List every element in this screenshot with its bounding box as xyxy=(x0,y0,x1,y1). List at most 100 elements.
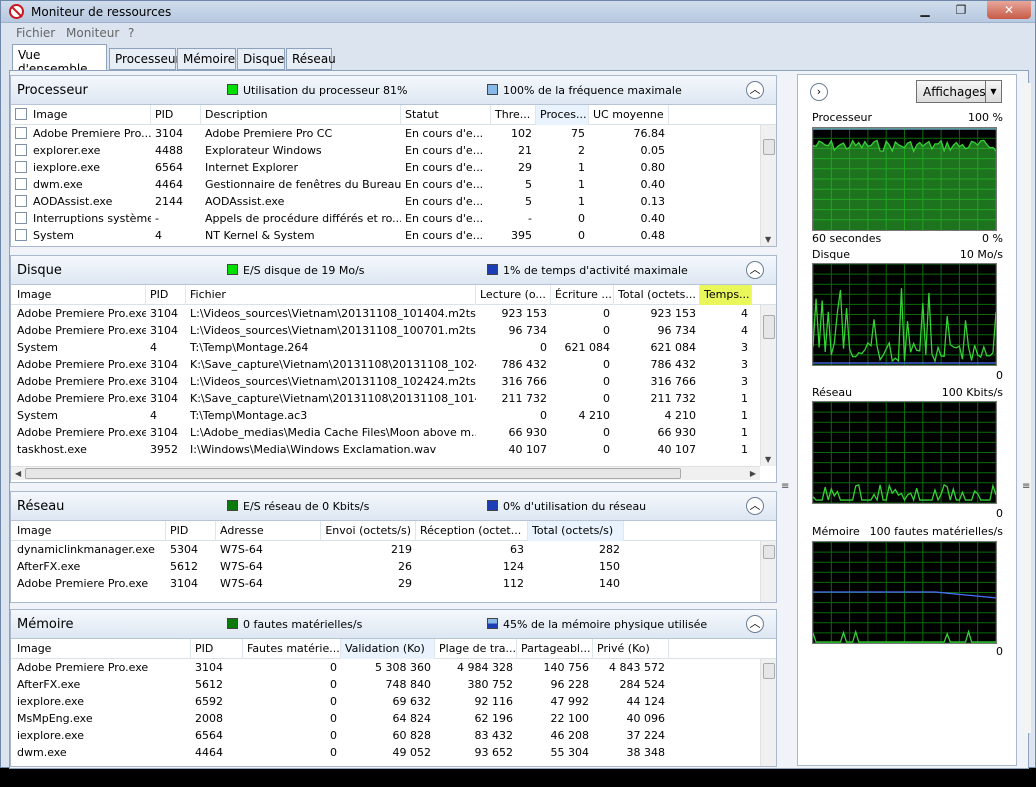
table-row[interactable]: iexplore.exe 6592 0 69 632 92 116 47 992 44 12… xyxy=(11,693,776,710)
mem-col-working-set[interactable]: Plage de tra... xyxy=(435,639,517,659)
row-checkbox[interactable] xyxy=(15,195,27,207)
network-panel-header[interactable]: Réseau E/S réseau de 0 Kbits/s 0% d'util… xyxy=(11,492,776,521)
row-checkbox[interactable] xyxy=(15,144,27,156)
cpu-frequency-stat: 100% de la fréquence maximale xyxy=(487,84,682,97)
disk-col-pid[interactable]: PID xyxy=(146,285,186,305)
maximize-icon[interactable]: ❐ xyxy=(947,1,975,19)
cpu-col-status[interactable]: Statut xyxy=(401,105,491,125)
menu-moniteur[interactable]: Moniteur xyxy=(66,26,119,40)
table-row[interactable]: Adobe Premiere Pro.exe 3104 K:\Save_captur… xyxy=(11,390,776,407)
memory-panel-header[interactable]: Mémoire 0 fautes matérielles/s 45% de la… xyxy=(11,610,776,639)
table-row[interactable]: Adobe Premiere Pro.exe 3104 L:\Videos_sour… xyxy=(11,322,776,339)
table-row[interactable]: Interruptions système - Appels de procédur… xyxy=(11,210,776,227)
table-row[interactable]: iexplore.exe 6564 0 60 828 83 432 46 208 37 22… xyxy=(11,727,776,744)
table-row[interactable]: AfterFX.exe 5612 0 748 840 380 752 96 228 284 … xyxy=(11,676,776,693)
mem-col-image[interactable]: Image xyxy=(11,639,191,659)
disk-vertical-scrollbar[interactable]: ▼ xyxy=(760,305,776,466)
cpu-col-image[interactable]: Image xyxy=(11,105,151,125)
network-vertical-scrollbar[interactable] xyxy=(760,541,776,602)
net-col-pid[interactable]: PID xyxy=(166,521,216,541)
views-dropdown[interactable]: Affichages ▼ xyxy=(916,80,1002,103)
net-col-image[interactable]: Image xyxy=(11,521,166,541)
table-row[interactable]: AODAssist.exe 2144 AODAssist.exe En cours d… xyxy=(11,193,776,210)
table-cell: 4 210 xyxy=(578,409,611,422)
tab-processor[interactable]: Processeur xyxy=(109,48,180,70)
row-checkbox[interactable] xyxy=(15,178,27,190)
mem-col-private[interactable]: Privé (Ko) xyxy=(593,639,669,659)
tab-memory[interactable]: Mémoire xyxy=(177,48,236,70)
cpu-vertical-scrollbar[interactable]: ▼ xyxy=(760,125,776,246)
splitter-grip-icon[interactable]: ≡ xyxy=(781,481,789,492)
cpu-col-description[interactable]: Description xyxy=(201,105,401,125)
table-cell: 63 xyxy=(510,543,524,556)
row-checkbox[interactable] xyxy=(15,212,27,224)
minimize-icon[interactable]: ▁ xyxy=(911,1,939,19)
disk-panel-header[interactable]: Disque E/S disque de 19 Mo/s 1% de temps… xyxy=(11,256,776,285)
cpu-col-threads[interactable]: Thre... xyxy=(491,105,536,125)
net-col-sent[interactable]: Envoi (octets/s) xyxy=(321,521,416,541)
chevron-up-icon[interactable]: ︿ xyxy=(746,615,764,633)
table-row[interactable]: dwm.exe 4464 0 49 052 93 652 55 304 38 348 xyxy=(11,744,776,761)
chevron-right-icon[interactable]: › xyxy=(810,83,828,101)
cpu-col-processor[interactable]: Proces... xyxy=(536,105,589,125)
disk-col-file[interactable]: Fichier xyxy=(186,285,476,305)
table-cell: 786 432 xyxy=(650,358,697,371)
tab-disk[interactable]: Disque xyxy=(237,48,285,70)
chevron-up-icon[interactable]: ︿ xyxy=(746,261,764,279)
table-row[interactable]: taskhost.exe 3952 I:\Windows\Media\Windows… xyxy=(11,441,776,458)
net-col-address[interactable]: Adresse xyxy=(216,521,321,541)
table-row[interactable]: AfterFX.exe 5612 W7S-64 26 124 150 xyxy=(11,558,776,575)
table-row[interactable]: Adobe Premiere Pro.exe 3104 L:\Adobe_media… xyxy=(11,424,776,441)
cpu-col-pid[interactable]: PID xyxy=(151,105,201,125)
menu-help[interactable]: ? xyxy=(128,26,134,40)
mem-col-faults[interactable]: Fautes matérie... xyxy=(243,639,341,659)
mem-col-pid[interactable]: PID xyxy=(191,639,243,659)
table-row[interactable]: Adobe Premiere Pro.... 3104 Adobe Premiere… xyxy=(11,125,776,142)
table-row[interactable]: Adobe Premiere Pro.exe 3104 L:\Videos_sour… xyxy=(11,305,776,322)
disk-col-time[interactable]: Temps... xyxy=(700,285,752,305)
net-col-received[interactable]: Réception (octet... xyxy=(416,521,528,541)
table-row[interactable]: System 4 T:\Temp\Montage.264 0 621 084 621 08… xyxy=(11,339,776,356)
tab-overview[interactable]: Vue d'ensemble xyxy=(12,44,107,76)
table-cell: 3104 xyxy=(150,426,178,439)
disk-col-total[interactable]: Total (octets... xyxy=(614,285,700,305)
table-cell: System xyxy=(33,229,75,242)
row-checkbox[interactable] xyxy=(15,161,27,173)
table-row[interactable]: System 4 NT Kernel & System En cours d'e...… xyxy=(11,227,776,244)
table-row[interactable]: System 4 T:\Temp\Montage.ac3 0 4 210 4 210 1 xyxy=(11,407,776,424)
mem-col-commit[interactable]: Validation (Ko) xyxy=(341,639,435,659)
table-row[interactable]: dwm.exe 4464 Gestionnaire de fenêtres du B… xyxy=(11,176,776,193)
chevron-up-icon[interactable]: ︿ xyxy=(746,81,764,99)
tab-network[interactable]: Réseau xyxy=(286,48,336,70)
table-cell: 6564 xyxy=(155,161,183,174)
table-row[interactable]: Adobe Premiere Pro.exe 3104 W7S-64 29 112 140 xyxy=(11,575,776,592)
disk-col-write[interactable]: Écriture ... xyxy=(551,285,614,305)
graphs-scrollbar[interactable] xyxy=(1023,83,1031,733)
row-checkbox[interactable] xyxy=(15,127,27,139)
table-row[interactable]: iexplore.exe 6564 Internet Explorer En cour… xyxy=(11,159,776,176)
table-cell: Interruptions système xyxy=(33,212,151,225)
close-icon[interactable]: ✕ xyxy=(987,1,1031,19)
memory-vertical-scrollbar[interactable] xyxy=(760,659,776,766)
mem-col-shareable[interactable]: Partageabl... xyxy=(517,639,593,659)
cpu-col-average[interactable]: UC moyenne xyxy=(589,105,669,125)
table-row[interactable]: Adobe Premiere Pro.exe 3104 L:\Videos_sour… xyxy=(11,373,776,390)
table-row[interactable]: dynamiclinkmanager.exe 5304 W7S-64 219 63 282 xyxy=(11,541,776,558)
net-col-total[interactable]: Total (octets/s) xyxy=(528,521,624,541)
graph-disk-label: Disque xyxy=(812,248,850,261)
disk-horizontal-scrollbar[interactable]: ◀ ▶ xyxy=(11,466,760,480)
cpu-panel-header[interactable]: Processeur Utilisation du processeur 81%… xyxy=(11,76,776,105)
table-row[interactable]: explorer.exe 4488 Explorateur Windows En co… xyxy=(11,142,776,159)
select-all-checkbox[interactable] xyxy=(15,108,27,120)
row-checkbox[interactable] xyxy=(15,229,27,241)
table-row[interactable]: MsMpEng.exe 2008 0 64 824 62 196 22 100 40 096 xyxy=(11,710,776,727)
disk-col-read[interactable]: Lecture (o... xyxy=(476,285,551,305)
table-cell: AODAssist.exe xyxy=(33,195,113,208)
chevron-up-icon[interactable]: ︿ xyxy=(746,497,764,515)
disk-col-image[interactable]: Image xyxy=(11,285,146,305)
table-row[interactable]: Adobe Premiere Pro.exe 3104 0 5 308 360 4 98… xyxy=(11,659,776,676)
splitter-grip-icon[interactable]: ≡ xyxy=(1022,481,1030,492)
menu-fichier[interactable]: Fichier xyxy=(16,26,55,40)
table-cell: Adobe Premiere Pro.exe xyxy=(17,426,146,439)
table-row[interactable]: Adobe Premiere Pro.exe 3104 K:\Save_captur… xyxy=(11,356,776,373)
